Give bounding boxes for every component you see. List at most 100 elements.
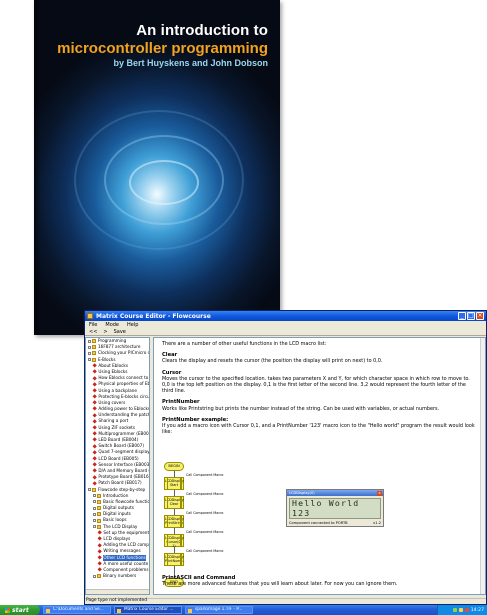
- page-icon: [92, 425, 98, 431]
- folder-icon: [97, 524, 101, 529]
- lcd-screen: Hello World 123: [289, 498, 381, 519]
- tray-app-icon[interactable]: [464, 608, 469, 612]
- course-editor-window: Matrix Course Editor - Flowcourse _ □ × …: [84, 310, 487, 605]
- lcd-status: Component connected to PORTB v1.2: [287, 520, 383, 526]
- expand-toggle-icon[interactable]: [88, 339, 91, 343]
- folder-icon: [97, 493, 101, 498]
- expand-toggle-icon[interactable]: [88, 351, 91, 355]
- expand-toggle-icon[interactable]: [93, 494, 96, 498]
- taskbar-item-course-editor[interactable]: Matrix Course Editor ...: [114, 606, 182, 614]
- expand-toggle-icon[interactable]: [88, 488, 91, 492]
- printascii-text: These are more advanced features that yo…: [162, 581, 398, 588]
- minimize-button[interactable]: _: [458, 312, 466, 320]
- page-icon: [92, 375, 98, 381]
- page-icon: [92, 468, 98, 474]
- save-button[interactable]: Save: [114, 329, 126, 335]
- page-icon: [92, 394, 98, 400]
- expand-toggle-icon[interactable]: [88, 345, 91, 349]
- tree-horizontal-scrollbar[interactable]: [86, 589, 149, 594]
- flow-label: Call Component Macro: [186, 511, 224, 515]
- page-icon: [97, 536, 103, 542]
- lcd-panel[interactable]: LCDDisplay(0) × Hello World 123 Componen…: [286, 489, 384, 527]
- menu-help[interactable]: Help: [127, 322, 138, 328]
- course-tree-pane: Programming 16F877 architecture Clocking y…: [85, 337, 150, 595]
- expand-toggle-icon[interactable]: [93, 512, 96, 516]
- expand-toggle-icon[interactable]: [93, 574, 96, 578]
- tray-network-icon[interactable]: [452, 608, 457, 612]
- tray-security-icon[interactable]: [458, 608, 463, 612]
- cursor-text-2: 0,0 is the top left position on the disp…: [162, 382, 466, 395]
- book-cover: An introduction to microcontroller progr…: [34, 0, 280, 335]
- page-icon: [92, 474, 98, 480]
- intro-text: There are a number of other useful funct…: [162, 341, 327, 347]
- expand-toggle-icon[interactable]: [93, 525, 96, 529]
- folder-icon: [92, 339, 96, 344]
- flow-block-clear[interactable]: LCDDisplay Clear: [164, 496, 184, 509]
- printnumber-text: Works like Printstring but prints the nu…: [162, 405, 440, 412]
- flow-label: Call Component Macro: [186, 530, 224, 534]
- page-icon: [92, 437, 98, 443]
- start-button[interactable]: start: [0, 605, 40, 615]
- page-icon: [92, 450, 98, 455]
- folder-icon: [92, 351, 96, 356]
- flow-label: Call Component Macro: [186, 473, 224, 477]
- flowchart: BEGIN Call Component Macro LCDDisplay St…: [164, 462, 264, 592]
- example-text: If you add a macro icon with Cursor 0,1,…: [162, 423, 475, 436]
- printascii-section: PrintASCII and Command These are more ad…: [162, 575, 472, 587]
- page-icon: [97, 561, 103, 567]
- folder-icon: [97, 574, 101, 579]
- flow-block-printstring[interactable]: LCDDisplay PrintString: [164, 515, 184, 528]
- folder-icon: [97, 499, 101, 504]
- expand-toggle-icon[interactable]: [93, 506, 96, 510]
- page-icon: [92, 419, 98, 424]
- book-title-line1: An introduction to: [136, 22, 268, 39]
- page-icon: [92, 481, 98, 486]
- flow-block-printnumber[interactable]: LCDDisplay PrintNumb..: [164, 553, 185, 566]
- swirl-decoration: [129, 160, 199, 205]
- back-button[interactable]: <<: [89, 329, 97, 335]
- start-label: start: [12, 606, 29, 614]
- expand-toggle-icon[interactable]: [88, 358, 91, 362]
- clear-text: Clears the display and resets the cursor…: [162, 358, 383, 365]
- book-title-line2: microcontroller programming: [57, 40, 268, 57]
- page-icon: [97, 549, 103, 554]
- page-icon: [92, 406, 98, 412]
- folder-icon: [97, 518, 101, 523]
- lcd-close-icon[interactable]: ×: [377, 490, 382, 496]
- page-icon: [92, 382, 98, 387]
- taskbar-item-image[interactable]: sparkimage 1.TIF - P...: [185, 606, 253, 614]
- page-icon: [97, 542, 103, 548]
- menu-bar: File Mode Help: [85, 321, 486, 328]
- page-icon: [92, 400, 98, 406]
- forward-button[interactable]: >: [103, 329, 107, 335]
- folder-icon: [92, 357, 96, 362]
- flow-begin: BEGIN: [164, 462, 184, 471]
- page-icon: [97, 567, 103, 573]
- taskbar: start C:\Documents and Se... Matrix Cour…: [0, 605, 487, 615]
- content-pane: There are a number of other useful funct…: [153, 337, 486, 595]
- window-title: Matrix Course Editor - Flowcourse: [96, 312, 211, 320]
- maximize-button[interactable]: □: [467, 312, 475, 320]
- flow-block-start[interactable]: LCDDisplay Start: [164, 477, 184, 490]
- folder-icon: [97, 506, 101, 511]
- menu-file[interactable]: File: [89, 322, 97, 328]
- clock[interactable]: 14:27: [471, 608, 484, 613]
- page-icon: [92, 431, 98, 437]
- flow-label: Call Component Macro: [186, 549, 224, 553]
- lcd-line-2: 123: [292, 507, 311, 518]
- tree-item-label: Binary numbers: [103, 573, 137, 579]
- page-icon: [97, 555, 103, 561]
- tree-item[interactable]: Binary numbers: [86, 573, 149, 579]
- screenshot: An introduction to microcontroller progr…: [0, 0, 487, 615]
- taskbar-item-explorer[interactable]: C:\Documents and Se...: [43, 606, 111, 614]
- content-vertical-scrollbar[interactable]: [480, 338, 485, 594]
- expand-toggle-icon[interactable]: [93, 500, 96, 504]
- close-button[interactable]: ×: [476, 312, 484, 320]
- lcd-version: v1.2: [373, 521, 381, 525]
- expand-toggle-icon[interactable]: [93, 519, 96, 523]
- lcd-port-text: Component connected to PORTB: [289, 521, 348, 525]
- window-titlebar[interactable]: Matrix Course Editor - Flowcourse _ □ ×: [85, 311, 486, 321]
- page-icon: [92, 369, 98, 375]
- flow-block-cursor[interactable]: LCDDisplay Cursor(0, 1): [164, 534, 184, 548]
- menu-mode[interactable]: Mode: [105, 322, 119, 328]
